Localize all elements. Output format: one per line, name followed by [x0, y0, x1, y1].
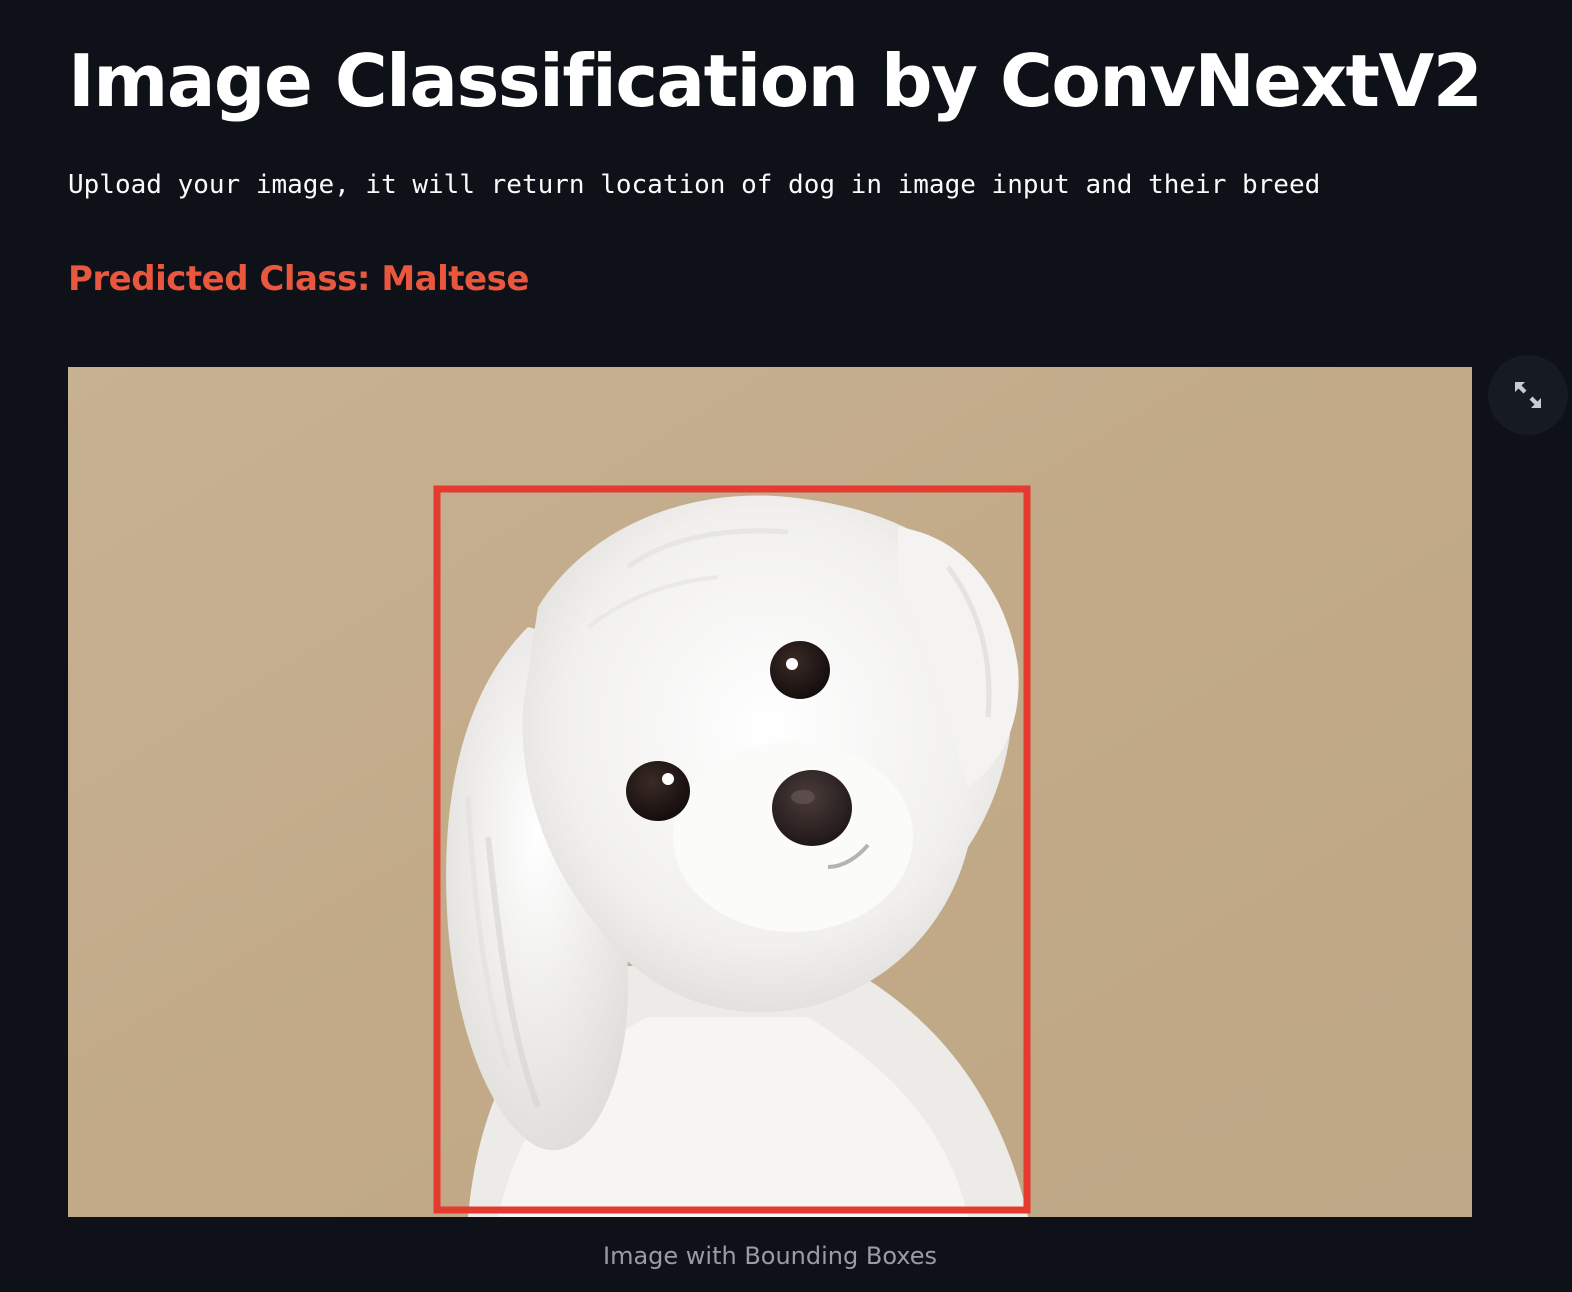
page-title: Image Classification by ConvNextV2: [68, 39, 1483, 123]
fullscreen-button[interactable]: [1488, 355, 1568, 435]
page-subtitle: Upload your image, it will return locati…: [68, 170, 1321, 200]
predicted-class-label: Predicted Class: Maltese: [68, 259, 529, 299]
dog-photo: [68, 367, 1472, 1217]
image-caption: Image with Bounding Boxes: [602, 1242, 938, 1270]
expand-arrows-icon: [1515, 382, 1541, 408]
result-image: [68, 367, 1472, 1217]
